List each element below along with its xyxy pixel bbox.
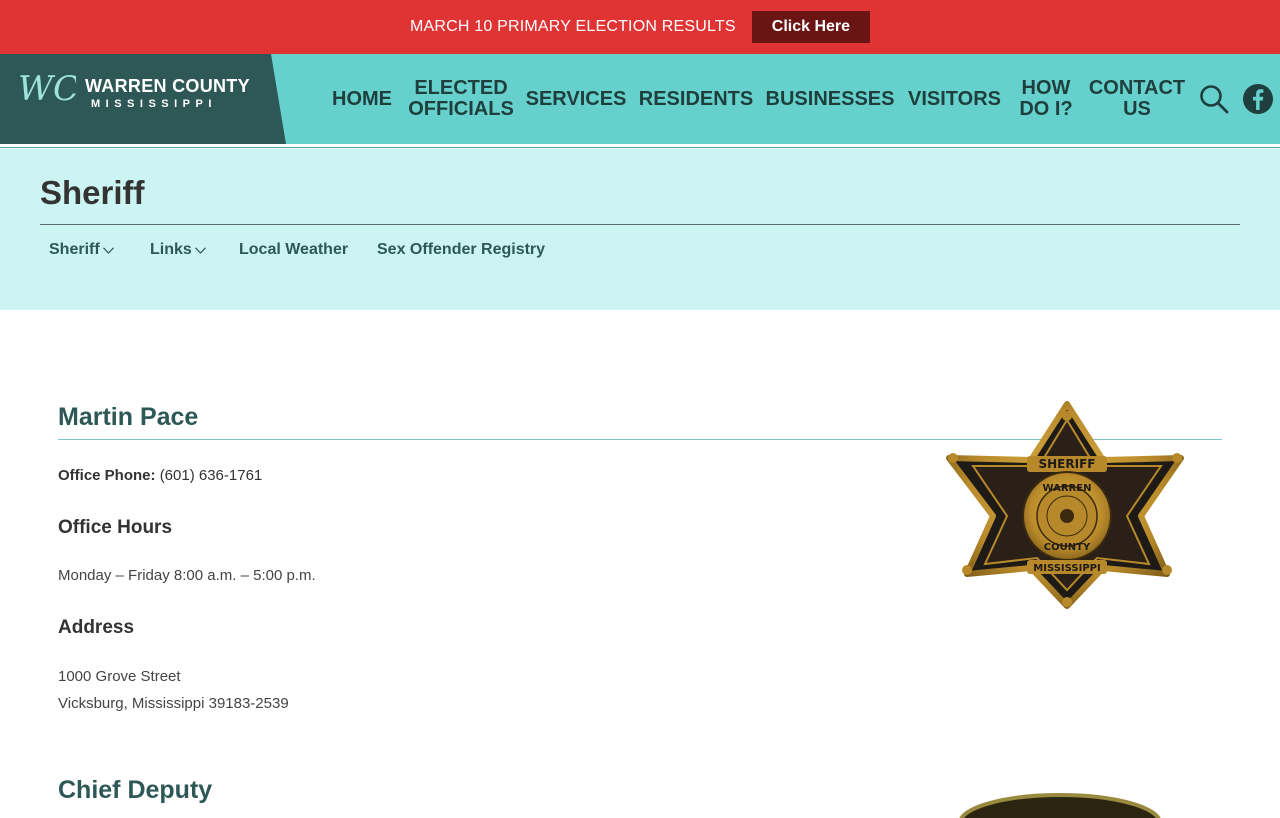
nav-residents[interactable]: RESIDENTS — [638, 54, 754, 144]
svg-text:WC: WC — [18, 69, 76, 109]
logo-monogram: WC — [18, 69, 76, 109]
subnav-links[interactable]: Links — [150, 241, 206, 259]
alert-text: MARCH 10 PRIMARY ELECTION RESULTS — [409, 18, 736, 35]
facebook-icon[interactable] — [1242, 82, 1274, 116]
sheriff-name: Martin Pace — [58, 403, 199, 431]
page-title: Sheriff — [40, 174, 145, 211]
search-icon[interactable] — [1198, 82, 1230, 116]
address-heading: Address — [58, 617, 135, 638]
office-phone: Office Phone: (601) 636-1761 — [58, 467, 262, 484]
sheriff-badge-image: SHERIFF WARREN COUNTY MISSISSIPPI — [946, 401, 1184, 609]
chevron-down-icon — [102, 246, 114, 254]
subnav-sheriff[interactable]: Sheriff — [49, 241, 114, 259]
office-hours-heading: Office Hours — [58, 517, 173, 538]
click-here-button[interactable]: Click Here — [751, 11, 871, 43]
logo-subtitle: MISSISSIPPI — [91, 98, 217, 110]
chief-deputy-heading: Chief Deputy — [58, 776, 213, 804]
svg-text:MISSISSIPPI: MISSISSIPPI — [1033, 563, 1100, 574]
chevron-down-icon — [194, 246, 206, 254]
subnav-local-weather-label: Local Weather — [239, 241, 349, 258]
office-phone-number[interactable]: (601) 636-1761 — [160, 467, 263, 484]
nav-businesses[interactable]: BUSINESSES — [766, 54, 895, 144]
nav-contact-us[interactable]: CONTACT US — [1088, 54, 1186, 144]
svg-text:COUNTY: COUNTY — [1044, 542, 1091, 553]
alert-bar: MARCH 10 PRIMARY ELECTION RESULTS Click … — [0, 0, 1280, 54]
subnav-local-weather[interactable]: Local Weather — [239, 241, 348, 259]
nav-home[interactable]: HOME — [326, 54, 398, 144]
logo-name: WARREN COUNTY — [85, 76, 250, 96]
title-divider — [40, 224, 1240, 225]
svg-text:WARREN: WARREN — [1043, 483, 1092, 494]
address-line-2: Vicksburg, Mississippi 39183-2539 — [58, 695, 289, 712]
subnav-sheriff-label: Sheriff — [49, 241, 100, 258]
subnav-links-label: Links — [150, 241, 192, 258]
logo-link[interactable]: WC WARREN COUNTY MISSISSIPPI — [0, 54, 286, 144]
chief-deputy-patch-image — [959, 793, 1161, 818]
header-divider — [0, 144, 1280, 148]
office-phone-label: Office Phone: — [58, 467, 156, 484]
subnav-sex-offender-registry-label: Sex Offender Registry — [377, 241, 546, 258]
office-hours-text: Monday – Friday 8:00 a.m. – 5:00 p.m. — [58, 567, 316, 584]
svg-text:SHERIFF: SHERIFF — [1039, 457, 1096, 471]
nav-services[interactable]: SERVICES — [526, 54, 627, 144]
nav-elected-officials[interactable]: ELECTED OFFICIALS — [408, 54, 514, 144]
section-band: Sheriff Sheriff Links Local Weather Sex … — [0, 149, 1280, 310]
subnav-sex-offender-registry[interactable]: Sex Offender Registry — [377, 241, 545, 259]
site-header: WC WARREN COUNTY MISSISSIPPI HOME ELECTE… — [0, 54, 1280, 144]
nav-how-do-i[interactable]: HOW DO I? — [1016, 54, 1076, 144]
address-line-1: 1000 Grove Street — [58, 668, 181, 685]
nav-visitors[interactable]: VISITORS — [906, 54, 1003, 144]
